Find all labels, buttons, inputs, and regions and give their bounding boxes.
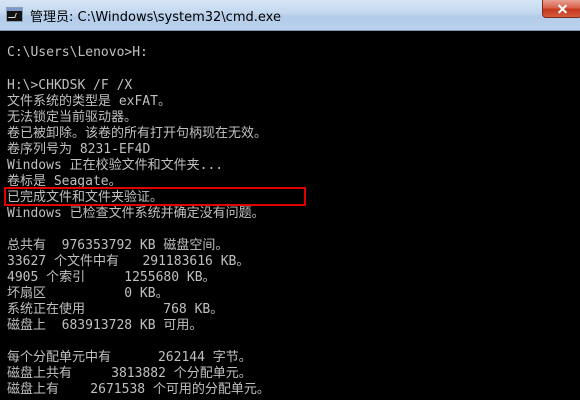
console-line: C:\Users\Lenovo>H: bbox=[7, 45, 148, 60]
console-line: 4905 个索引 1255680 KB。 bbox=[7, 270, 216, 285]
title-bar[interactable]: 管理员: C:\Windows\system32\cmd.exe bbox=[0, 0, 580, 31]
console-line: 每个分配单元中有 262144 字节。 bbox=[7, 350, 252, 365]
console-line: 卷已被卸除。该卷的所有打开句柄现在无效。 bbox=[7, 126, 268, 141]
console-line: 磁盘上有 2671538 个可用的分配单元。 bbox=[7, 382, 270, 397]
console-line: H:\>CHKDSK /F /X bbox=[7, 78, 133, 93]
console-line: 33627 个文件中有 291183616 KB。 bbox=[7, 254, 250, 269]
window-title: 管理员: C:\Windows\system32\cmd.exe bbox=[30, 10, 281, 25]
console-line: 磁盘上 683913728 KB 可用。 bbox=[7, 318, 203, 333]
console-line: 磁盘上共有 3813882 个分配单元。 bbox=[7, 366, 252, 381]
console-line: 文件系统的类型是 exFAT。 bbox=[7, 94, 171, 109]
console-line: 总共有 976353792 KB 磁盘空间。 bbox=[7, 238, 229, 253]
console-line: 卷序列号为 8231-EF4D bbox=[7, 142, 151, 157]
cmd-window: 管理员: C:\Windows\system32\cmd.exe C:\User… bbox=[0, 0, 580, 400]
console-line: Windows 已检查文件系统并确定没有问题。 bbox=[7, 206, 265, 221]
console-line: 无法锁定当前驱动器。 bbox=[7, 110, 138, 125]
red-highlight-box bbox=[4, 187, 306, 206]
close-button[interactable] bbox=[542, 0, 580, 18]
console-line: Windows 正在校验文件和文件夹... bbox=[7, 158, 224, 173]
cmd-app-icon[interactable] bbox=[6, 7, 23, 22]
console-output[interactable]: C:\Users\Lenovo>H: H:\>CHKDSK /F /X 文件系统… bbox=[0, 31, 580, 400]
console-line: 系统正在使用 768 KB。 bbox=[7, 302, 224, 317]
console-line: 坏扇区 0 KB。 bbox=[7, 286, 169, 301]
